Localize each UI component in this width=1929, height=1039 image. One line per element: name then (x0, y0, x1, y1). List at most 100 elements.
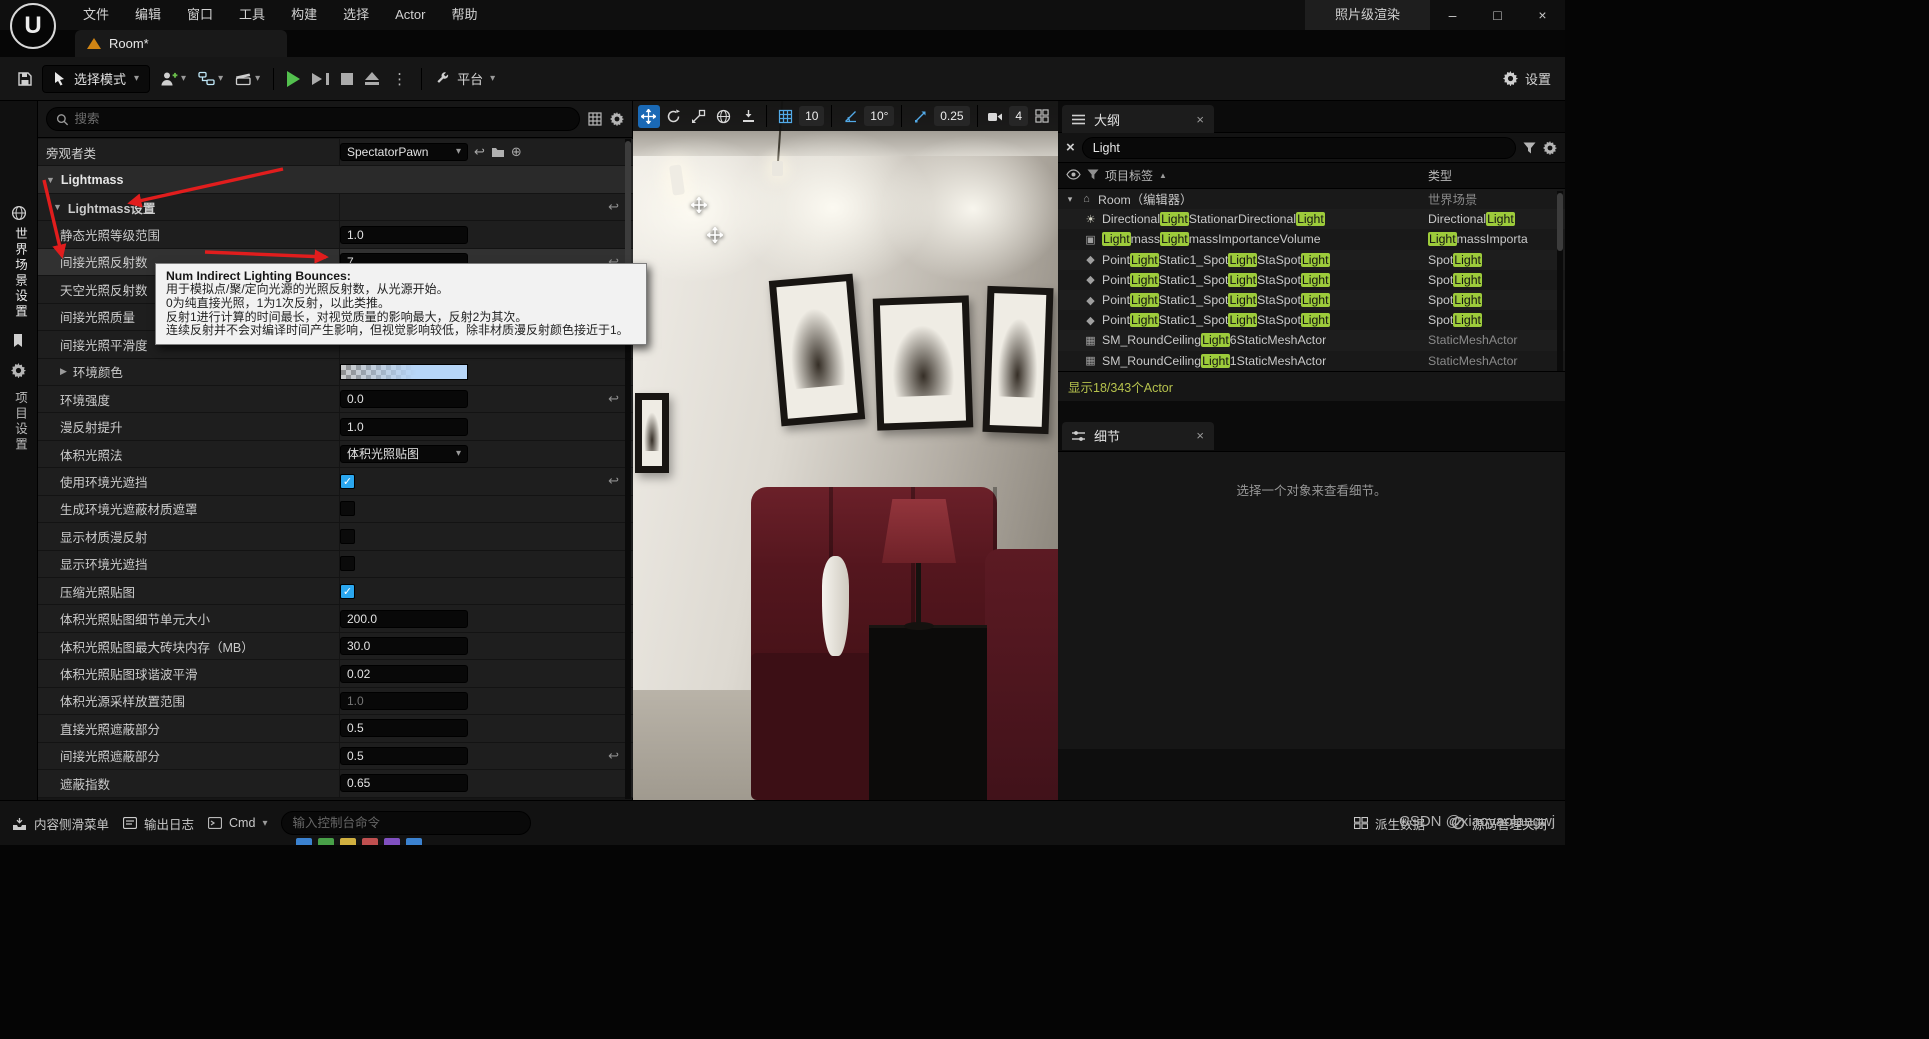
browse-asset-icon[interactable] (491, 146, 505, 158)
scrollbar-thumb[interactable] (1557, 193, 1563, 251)
console-field[interactable] (292, 816, 520, 830)
gear-icon[interactable] (11, 363, 26, 383)
level-tab[interactable]: Room* (75, 30, 287, 57)
property-row[interactable]: 漫反射提升1.0 (38, 413, 633, 440)
rotation-snap-value[interactable]: 10° (864, 106, 894, 126)
value-field[interactable]: 1.0 (340, 226, 468, 244)
menubar-item[interactable]: 工具 (226, 0, 278, 30)
collapse-arrow-icon[interactable]: ▼ (46, 175, 55, 185)
reset-to-default-icon[interactable]: ↩ (608, 391, 619, 407)
property-row[interactable]: 间接光照遮蔽部分0.5↩ (38, 743, 633, 770)
cmd-dropdown[interactable]: Cmd ▾ (208, 816, 267, 830)
checkbox[interactable]: ✓ (340, 584, 355, 599)
play-options-menu[interactable]: ⋮ (388, 70, 411, 88)
property-row[interactable]: 遮蔽指数0.65 (38, 770, 633, 797)
property-row[interactable]: 静态光照等级范围1.0 (38, 221, 633, 248)
reset-to-default-icon[interactable]: ↩ (608, 748, 619, 764)
rotation-snap-toggle[interactable] (839, 105, 861, 128)
gear-icon[interactable] (610, 112, 624, 126)
move-gizmo-icon[interactable] (691, 197, 707, 218)
checkbox[interactable] (340, 529, 355, 544)
outliner-row[interactable]: ◆PointLightStatic1_SpotLightStaSpotLight… (1058, 310, 1565, 330)
world-space-button[interactable] (713, 105, 735, 128)
eject-button[interactable] (362, 66, 382, 92)
close-icon[interactable]: × (1196, 428, 1204, 443)
camera-speed-button[interactable] (985, 105, 1007, 128)
outliner-search-field[interactable] (1093, 141, 1505, 155)
menubar-item[interactable]: 窗口 (174, 0, 226, 30)
menubar-item[interactable]: 选择 (330, 0, 382, 30)
scale-tool-button[interactable] (688, 105, 710, 128)
menubar-item[interactable]: 帮助 (438, 0, 490, 30)
collapse-arrow-icon[interactable]: ▼ (53, 202, 62, 212)
blueprints-button[interactable]: ▾ (195, 66, 226, 92)
menubar-item[interactable]: Actor (382, 0, 438, 30)
menubar-item[interactable]: 文件 (70, 0, 122, 30)
unreal-logo-icon[interactable]: U (10, 3, 56, 49)
property-row[interactable]: 直接光照遮蔽部分0.5 (38, 715, 633, 742)
checkbox[interactable] (340, 556, 355, 571)
close-button[interactable]: × (1520, 0, 1565, 30)
display-filter-icon[interactable] (588, 112, 602, 126)
outliner-row[interactable]: ▣LightmassLightmassImportanceVolumeLight… (1058, 229, 1565, 249)
scale-snap-value[interactable]: 0.25 (934, 106, 969, 126)
save-button[interactable] (14, 66, 36, 92)
outliner-row[interactable]: ▦SM_RoundCeilingLight1StaticMeshActorSta… (1058, 351, 1565, 371)
output-log-button[interactable]: 输出日志 (123, 814, 194, 833)
use-selected-asset-icon[interactable]: ↩ (474, 144, 485, 160)
value-field[interactable]: 30.0 (340, 637, 468, 655)
value-field[interactable]: 200.0 (340, 610, 468, 628)
gear-icon[interactable] (1543, 141, 1557, 155)
world-icon[interactable] (11, 205, 27, 226)
property-row[interactable]: 体积光照贴图最大砖块内存（MB）30.0 (38, 633, 633, 660)
color-swatch[interactable] (340, 364, 468, 380)
outliner-row[interactable]: ▾⌂Room（编辑器）世界场景 (1058, 189, 1565, 209)
reset-to-default-icon[interactable]: ↩ (608, 473, 619, 489)
tab-world-settings[interactable]: 世界场景设置 (11, 227, 30, 320)
property-row[interactable]: 生成环境光遮蔽材质遮罩 (38, 496, 633, 523)
value-field[interactable]: 0.5 (340, 719, 468, 737)
dropdown[interactable]: 体积光照贴图▾ (340, 445, 468, 463)
label-column-header[interactable]: 项目标签 (1105, 167, 1153, 184)
pin-column-icon[interactable] (1087, 169, 1099, 183)
property-row[interactable]: 体积光照贴图细节单元大小200.0 (38, 605, 633, 632)
close-icon[interactable]: × (1196, 112, 1204, 127)
visibility-column-icon[interactable] (1066, 169, 1081, 183)
property-row[interactable]: 显示材质漫反射 (38, 523, 633, 550)
expand-arrow-icon[interactable]: ▶ (60, 366, 67, 377)
menubar-item[interactable]: 编辑 (122, 0, 174, 30)
sort-arrow-icon[interactable]: ▲ (1159, 171, 1167, 180)
property-row[interactable]: 体积光照法体积光照贴图▾ (38, 441, 633, 468)
cinematics-button[interactable]: ▾ (232, 66, 263, 92)
tab-details[interactable]: 细节 × (1062, 422, 1214, 450)
console-input[interactable] (281, 811, 531, 835)
property-row[interactable]: 显示环境光遮挡 (38, 551, 633, 578)
filter-icon[interactable] (1523, 142, 1536, 154)
dropdown[interactable]: SpectatorPawn▾ (340, 143, 468, 161)
platforms-dropdown[interactable]: 平台 ▾ (432, 66, 498, 92)
checkbox[interactable] (340, 501, 355, 516)
value-field[interactable]: 0.02 (340, 665, 468, 683)
menubar-item[interactable]: 构建 (278, 0, 330, 30)
grid-snap-value[interactable]: 10 (799, 106, 824, 126)
play-button[interactable] (284, 66, 303, 92)
editor-mode-dropdown[interactable]: 选择模式 ▾ (42, 65, 150, 93)
outliner-scrollbar[interactable] (1557, 191, 1563, 371)
property-row[interactable]: ▶环境颜色 (38, 359, 633, 386)
outliner-row[interactable]: ◆PointLightStatic1_SpotLightStaSpotLight… (1058, 250, 1565, 270)
photoreal-render-button[interactable]: 照片级渲染 (1305, 0, 1430, 30)
add-actor-button[interactable]: ▾ (156, 66, 189, 92)
property-row[interactable]: ▼Lightmass设置↩ (38, 194, 633, 221)
stop-button[interactable] (338, 66, 356, 92)
tab-outliner[interactable]: 大纲 × (1062, 105, 1214, 133)
tab-project-settings[interactable]: 项目设置 (11, 391, 30, 453)
property-row[interactable]: 压缩光照贴图✓ (38, 578, 633, 605)
maximize-viewport-button[interactable] (1031, 105, 1053, 128)
value-field[interactable]: 1.0 (340, 692, 468, 710)
property-row[interactable]: 环境强度0.0↩ (38, 386, 633, 413)
move-tool-button[interactable] (638, 105, 660, 128)
value-field[interactable]: 1.0 (340, 418, 468, 436)
type-column-header[interactable]: 类型 (1428, 167, 1452, 184)
outliner-row[interactable]: ☀DirectionalLightStationarDirectionalLig… (1058, 209, 1565, 229)
viewport[interactable]: 10 10° 0.25 4 (633, 101, 1058, 800)
